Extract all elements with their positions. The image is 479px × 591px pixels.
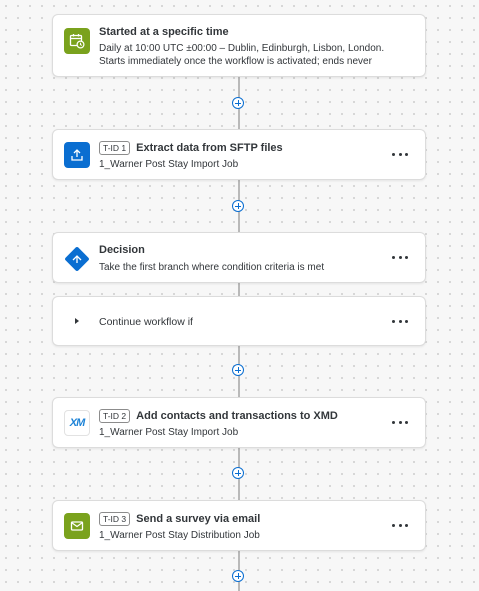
add-step-button[interactable] (232, 200, 244, 212)
decision-subtitle: Take the first branch where condition cr… (99, 262, 325, 273)
step-subtitle: 1_Warner Post Stay Import Job (99, 159, 239, 170)
more-options-button[interactable] (392, 316, 408, 326)
step-card-add-contacts-xmd[interactable]: XM T-ID 2 Add contacts and transactions … (52, 397, 426, 448)
upload-icon (64, 142, 90, 168)
trigger-duration: Starts immediately once the workflow is … (99, 56, 372, 67)
decision-title: Decision (99, 244, 145, 256)
expand-caret-icon[interactable] (75, 318, 79, 324)
branch-card[interactable]: Continue workflow if (52, 296, 426, 346)
connector-line (238, 283, 240, 296)
step-card-extract-sftp[interactable]: T-ID 1 Extract data from SFTP files 1_Wa… (52, 129, 426, 180)
email-icon (64, 513, 90, 539)
step-subtitle: 1_Warner Post Stay Distribution Job (99, 530, 260, 541)
task-id-badge: T-ID 1 (99, 141, 131, 155)
decision-card[interactable]: Decision Take the first branch where con… (52, 232, 426, 283)
more-options-button[interactable] (392, 521, 408, 531)
task-id-badge: T-ID 2 (99, 409, 131, 423)
branch-label: Continue workflow if (99, 316, 193, 328)
add-step-button[interactable] (232, 97, 244, 109)
add-step-button[interactable] (232, 467, 244, 479)
step-card-send-survey[interactable]: T-ID 3 Send a survey via email 1_Warner … (52, 500, 426, 551)
more-options-button[interactable] (392, 150, 408, 160)
step-title: Extract data from SFTP files (136, 142, 283, 154)
xm-logo-icon: XM (64, 410, 90, 436)
add-step-button[interactable] (232, 364, 244, 376)
trigger-schedule: Daily at 10:00 UTC ±00:00 – Dublin, Edin… (99, 43, 385, 54)
calendar-clock-icon (64, 28, 90, 54)
more-options-button[interactable] (392, 253, 408, 263)
decision-icon (63, 245, 91, 273)
step-title: Add contacts and transactions to XMD (136, 410, 338, 422)
trigger-title: Started at a specific time (99, 26, 229, 38)
more-options-button[interactable] (392, 418, 408, 428)
task-id-badge: T-ID 3 (99, 512, 131, 526)
step-title: Send a survey via email (136, 513, 261, 525)
add-step-button[interactable] (232, 570, 244, 582)
trigger-card[interactable]: Started at a specific time Daily at 10:0… (52, 14, 426, 77)
step-subtitle: 1_Warner Post Stay Import Job (99, 427, 239, 438)
xm-logo-text: XM (69, 417, 85, 429)
